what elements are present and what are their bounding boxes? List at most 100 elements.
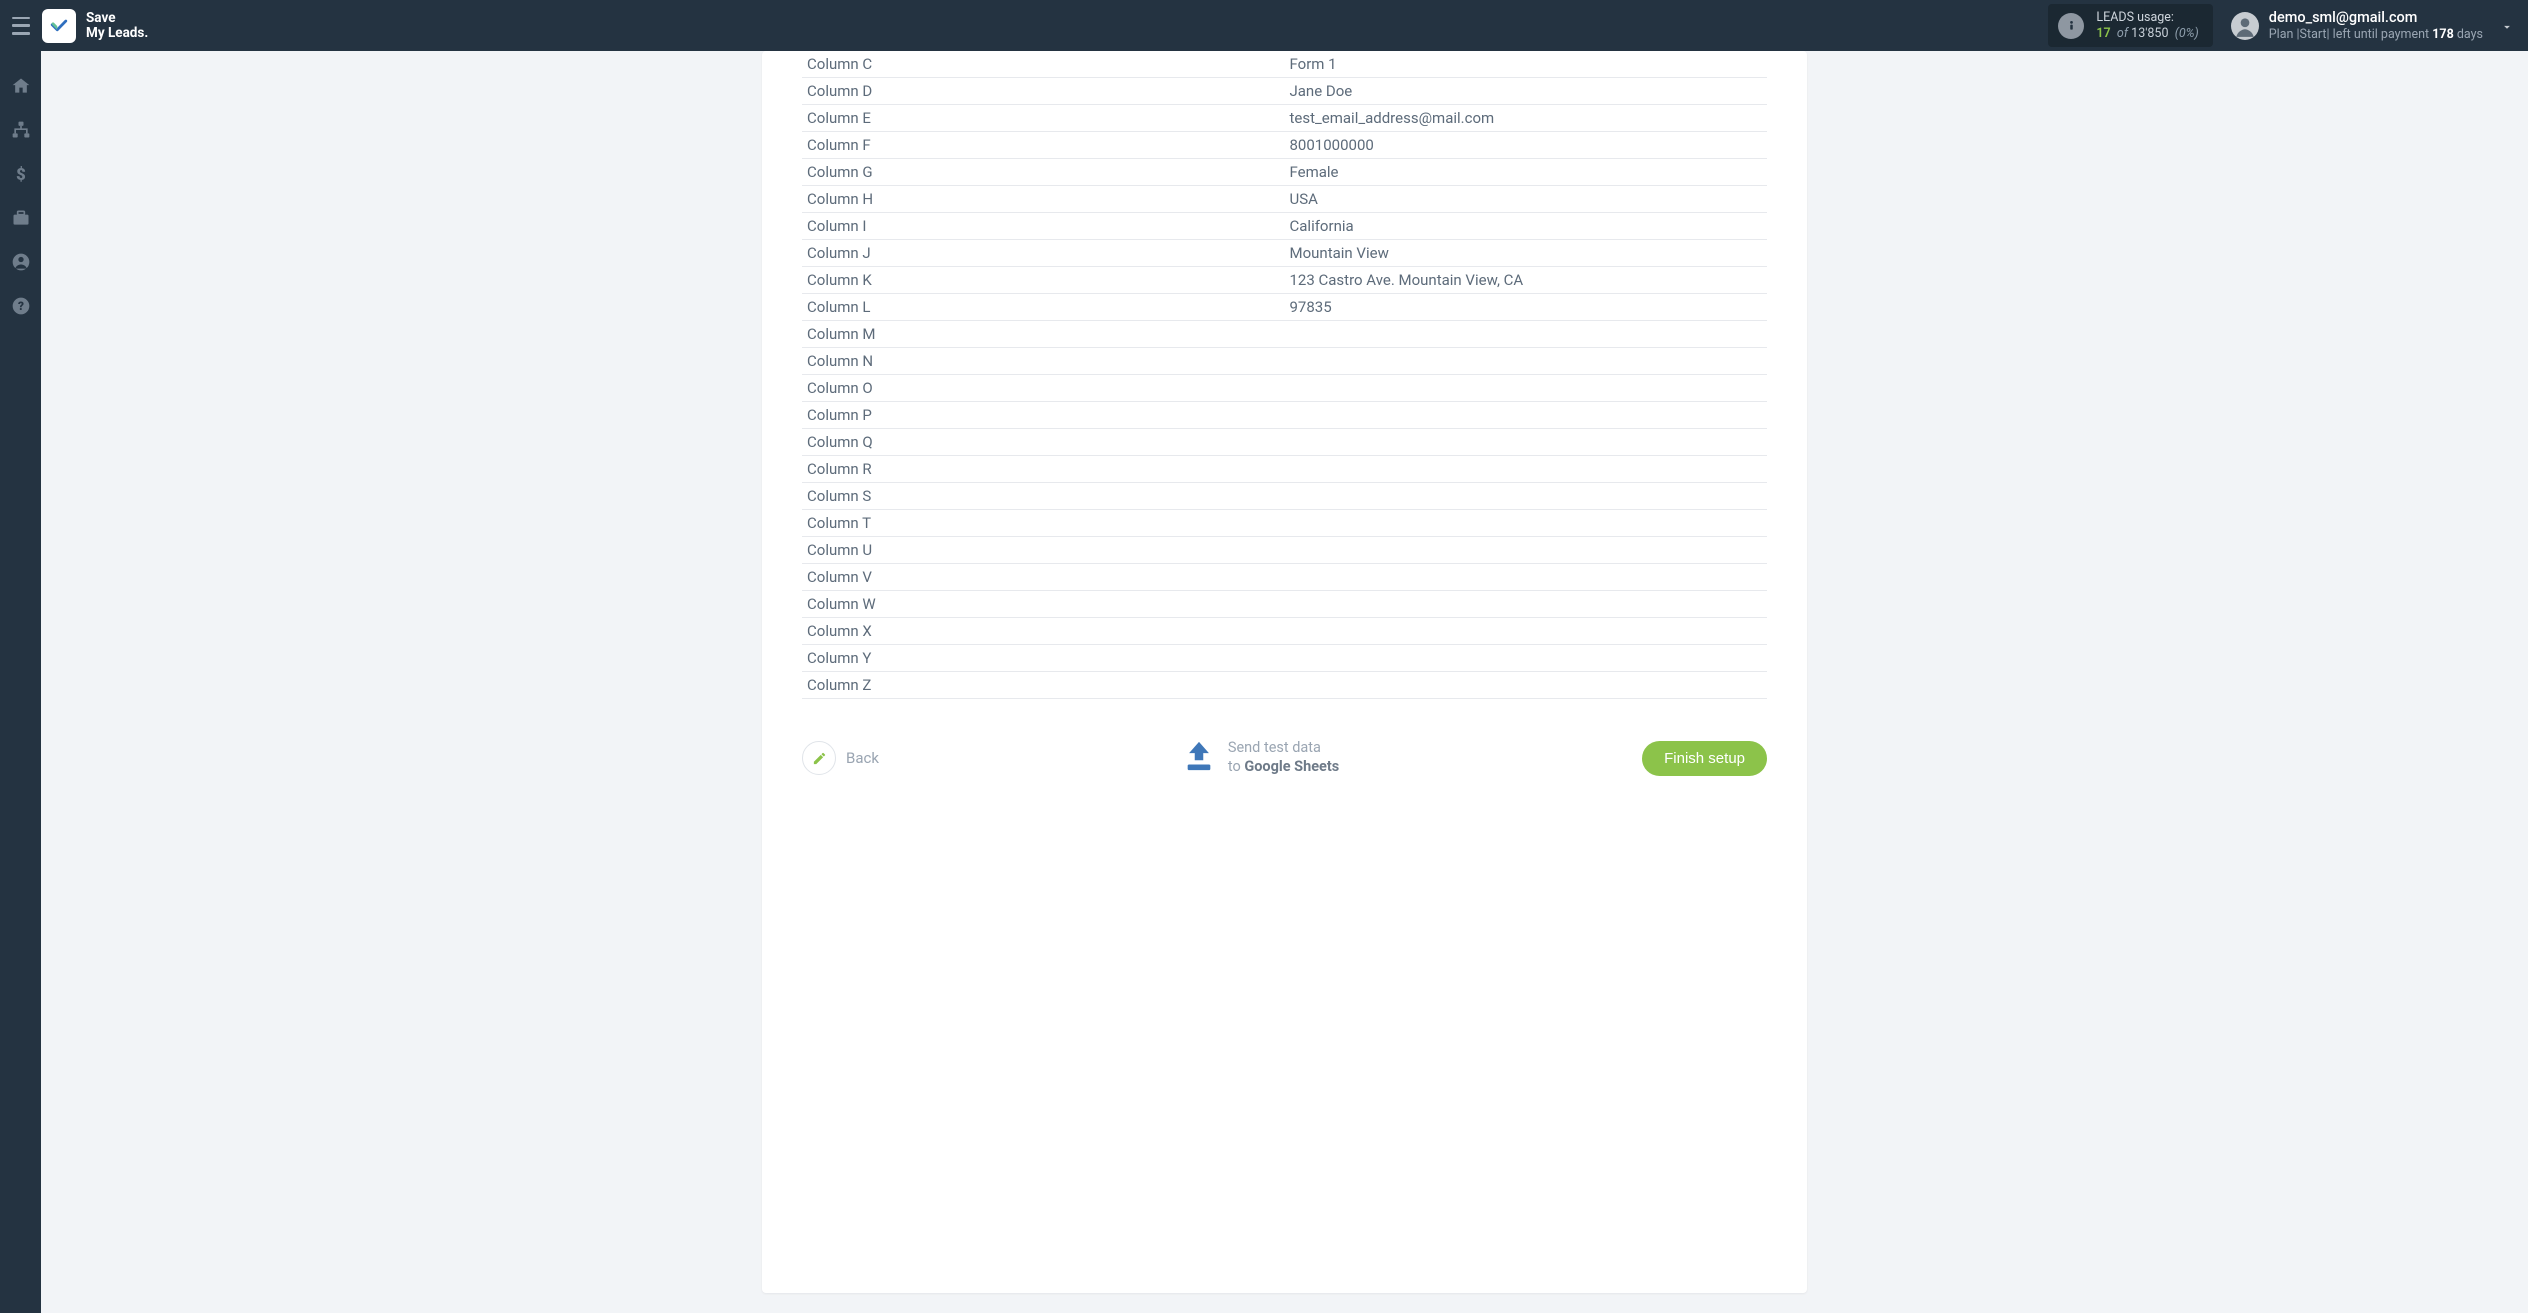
column-value: Female xyxy=(1285,159,1768,186)
column-key: Column O xyxy=(802,375,1285,402)
column-value: 97835 xyxy=(1285,294,1768,321)
main-content: Column CForm 1Column DJane DoeColumn Ete… xyxy=(41,51,2528,1313)
table-row: Column V xyxy=(802,564,1767,591)
send-test-button[interactable]: Send test data to Google Sheets xyxy=(1182,739,1339,777)
table-row: Column U xyxy=(802,537,1767,564)
column-value: Mountain View xyxy=(1285,240,1768,267)
table-row: Column F8001000000 xyxy=(802,132,1767,159)
column-key: Column Y xyxy=(802,645,1285,672)
column-key: Column K xyxy=(802,267,1285,294)
nav-connections-icon[interactable] xyxy=(10,119,32,141)
column-key: Column P xyxy=(802,402,1285,429)
nav-help-icon[interactable]: ? xyxy=(10,295,32,317)
app-header: Save My Leads. LEADS usage: 17 of 13'850… xyxy=(0,0,2528,51)
content-card: Column CForm 1Column DJane DoeColumn Ete… xyxy=(762,51,1807,1293)
brand-name: Save My Leads. xyxy=(86,11,148,41)
column-value: Jane Doe xyxy=(1285,78,1768,105)
column-key: Column I xyxy=(802,213,1285,240)
hamburger-menu-icon[interactable] xyxy=(10,17,32,35)
svg-text:$: $ xyxy=(16,166,26,184)
send-test-text: Send test data to Google Sheets xyxy=(1228,739,1339,777)
table-row: Column Z xyxy=(802,672,1767,699)
column-key: Column X xyxy=(802,618,1285,645)
column-key: Column Z xyxy=(802,672,1285,699)
column-key: Column Q xyxy=(802,429,1285,456)
nav-home-icon[interactable] xyxy=(10,75,32,97)
table-row: Column Y xyxy=(802,645,1767,672)
svg-text:?: ? xyxy=(18,299,24,313)
table-row: Column CForm 1 xyxy=(802,51,1767,78)
column-value xyxy=(1285,564,1768,591)
back-label: Back xyxy=(846,749,879,767)
column-key: Column M xyxy=(802,321,1285,348)
column-value xyxy=(1285,483,1768,510)
column-value: 123 Castro Ave. Mountain View, CA xyxy=(1285,267,1768,294)
table-row: Column O xyxy=(802,375,1767,402)
column-value xyxy=(1285,402,1768,429)
user-info: demo_sml@gmail.com Plan |Start| left unt… xyxy=(2269,9,2483,43)
column-value xyxy=(1285,321,1768,348)
nav-briefcase-icon[interactable] xyxy=(10,207,32,229)
column-key: Column E xyxy=(802,105,1285,132)
column-value: Form 1 xyxy=(1285,51,1768,78)
column-value xyxy=(1285,537,1768,564)
column-key: Column S xyxy=(802,483,1285,510)
table-row: Column JMountain View xyxy=(802,240,1767,267)
column-key: Column C xyxy=(802,51,1285,78)
table-row: Column X xyxy=(802,618,1767,645)
table-row: Column N xyxy=(802,348,1767,375)
table-row: Column P xyxy=(802,402,1767,429)
column-value xyxy=(1285,375,1768,402)
column-value: California xyxy=(1285,213,1768,240)
table-row: Column T xyxy=(802,510,1767,537)
finish-setup-button[interactable]: Finish setup xyxy=(1642,741,1767,776)
column-value: test_email_address@mail.com xyxy=(1285,105,1768,132)
column-key: Column V xyxy=(802,564,1285,591)
column-key: Column W xyxy=(802,591,1285,618)
table-row: Column DJane Doe xyxy=(802,78,1767,105)
column-value xyxy=(1285,672,1768,699)
table-row: Column S xyxy=(802,483,1767,510)
info-icon xyxy=(2058,13,2084,39)
brand-logo-icon[interactable] xyxy=(42,9,76,43)
column-value xyxy=(1285,456,1768,483)
table-row: Column W xyxy=(802,591,1767,618)
column-value xyxy=(1285,645,1768,672)
column-key: Column L xyxy=(802,294,1285,321)
column-key: Column G xyxy=(802,159,1285,186)
column-value xyxy=(1285,591,1768,618)
table-row: Column L97835 xyxy=(802,294,1767,321)
user-avatar-icon xyxy=(2231,12,2259,40)
column-key: Column R xyxy=(802,456,1285,483)
column-value xyxy=(1285,510,1768,537)
leads-usage-box[interactable]: LEADS usage: 17 of 13'850 (0%) xyxy=(2048,4,2212,47)
leads-usage-text: LEADS usage: 17 of 13'850 (0%) xyxy=(2096,10,2198,41)
pencil-icon xyxy=(802,741,836,775)
column-key: Column U xyxy=(802,537,1285,564)
table-row: Column Q xyxy=(802,429,1767,456)
upload-icon xyxy=(1182,739,1216,777)
column-value xyxy=(1285,348,1768,375)
user-account-menu[interactable]: demo_sml@gmail.com Plan |Start| left unt… xyxy=(2231,9,2528,43)
chevron-down-icon[interactable] xyxy=(2500,19,2514,33)
table-row: Column K123 Castro Ave. Mountain View, C… xyxy=(802,267,1767,294)
table-row: Column ICalifornia xyxy=(802,213,1767,240)
table-row: Column GFemale xyxy=(802,159,1767,186)
nav-profile-icon[interactable] xyxy=(10,251,32,273)
column-value xyxy=(1285,429,1768,456)
table-row: Column Etest_email_address@mail.com xyxy=(802,105,1767,132)
column-mapping-table: Column CForm 1Column DJane DoeColumn Ete… xyxy=(802,51,1767,699)
column-value: 8001000000 xyxy=(1285,132,1768,159)
column-key: Column H xyxy=(802,186,1285,213)
back-button[interactable]: Back xyxy=(802,741,879,775)
sidebar-nav: $ ? xyxy=(0,51,41,1313)
nav-billing-icon[interactable]: $ xyxy=(10,163,32,185)
column-key: Column J xyxy=(802,240,1285,267)
column-value: USA xyxy=(1285,186,1768,213)
table-row: Column M xyxy=(802,321,1767,348)
table-row: Column HUSA xyxy=(802,186,1767,213)
column-key: Column T xyxy=(802,510,1285,537)
column-key: Column N xyxy=(802,348,1285,375)
column-value xyxy=(1285,618,1768,645)
column-key: Column D xyxy=(802,78,1285,105)
